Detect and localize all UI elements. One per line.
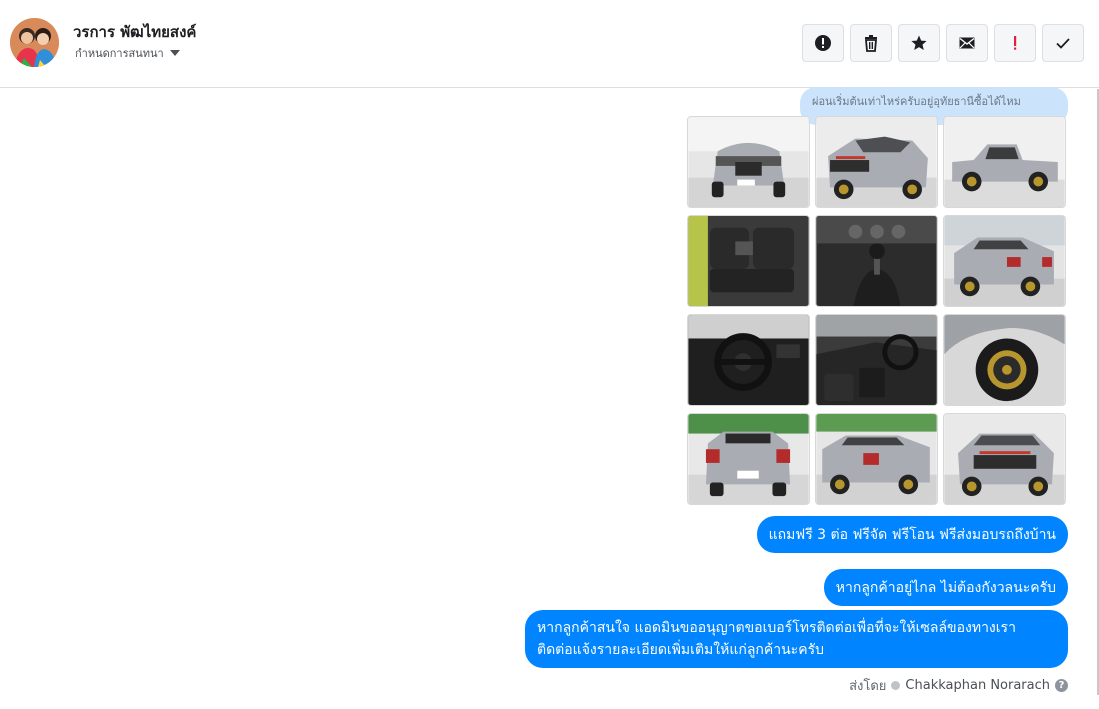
- message-bubble: หากลูกค้าสนใจ แอดมินขออนุญาตขอเบอร์โทรติ…: [525, 610, 1068, 668]
- photo-truck-rear[interactable]: [687, 413, 810, 505]
- assign-label: กำหนดการสนทนา: [75, 47, 164, 60]
- assign-conversation-dropdown[interactable]: กำหนดการสนทนา: [75, 44, 180, 62]
- mark-unread-button[interactable]: [946, 24, 988, 62]
- conversation-actions: [802, 24, 1084, 62]
- follow-up-button[interactable]: [994, 24, 1036, 62]
- agent-status-icon: [891, 681, 901, 690]
- photo-truck-side[interactable]: [943, 116, 1066, 208]
- photo-truck-rear-three-quarter-2[interactable]: [815, 413, 938, 505]
- conversation-header: วรการ พัฒไทยสงค์ กำหนดการสนทนา: [0, 0, 1099, 88]
- photo-truck-front-three-quarter[interactable]: [815, 116, 938, 208]
- user-avatar[interactable]: [10, 18, 59, 67]
- sent-by-line: ส่งโดย Chakkaphan Norarach ?: [849, 675, 1068, 696]
- photo-gear-shifter[interactable]: [815, 215, 938, 307]
- photo-truck-front-2[interactable]: [943, 413, 1066, 505]
- sent-by-label: ส่งโดย: [849, 679, 887, 694]
- message-line: หากลูกค้าสนใจ แอดมินขออนุญาตขอเบอร์โทรติ…: [537, 620, 1016, 636]
- caret-down-icon: [169, 50, 180, 56]
- trash-icon: [865, 35, 877, 52]
- sent-by-agent[interactable]: Chakkaphan Norarach: [905, 678, 1050, 693]
- message-line: ติดต่อแจ้งรายละเอียดเพิ่มเติมให้แก่ลูกค้…: [537, 642, 824, 658]
- star-icon: [911, 35, 927, 50]
- photo-cabin-interior[interactable]: [815, 314, 938, 406]
- user-name[interactable]: วรการ พัฒไทยสงค์: [73, 20, 196, 44]
- alert-circle-icon: [815, 35, 831, 51]
- message-bubble: แถมฟรี 3 ต่อ ฟรีจัด ฟรีโอน ฟรีส่งมอบรถถึ…: [756, 516, 1068, 553]
- help-icon[interactable]: ?: [1055, 679, 1068, 692]
- exclamation-icon: [1014, 36, 1017, 50]
- photo-steering-wheel[interactable]: [687, 314, 810, 406]
- photo-truck-front[interactable]: [687, 116, 810, 208]
- message-bubble: หากลูกค้าอยู่ไกล ไม่ต้องกังวลนะครับ: [823, 569, 1068, 606]
- report-spam-button[interactable]: [802, 24, 844, 62]
- photo-wheel-tire[interactable]: [943, 314, 1066, 406]
- star-button[interactable]: [898, 24, 940, 62]
- envelope-icon: [959, 37, 975, 49]
- photo-truck-rear-three-quarter[interactable]: [943, 215, 1066, 307]
- delete-button[interactable]: [850, 24, 892, 62]
- photo-rear-seats[interactable]: [687, 215, 810, 307]
- photo-grid: [687, 116, 1067, 505]
- mark-done-button[interactable]: [1042, 24, 1084, 62]
- check-icon: [1056, 38, 1070, 49]
